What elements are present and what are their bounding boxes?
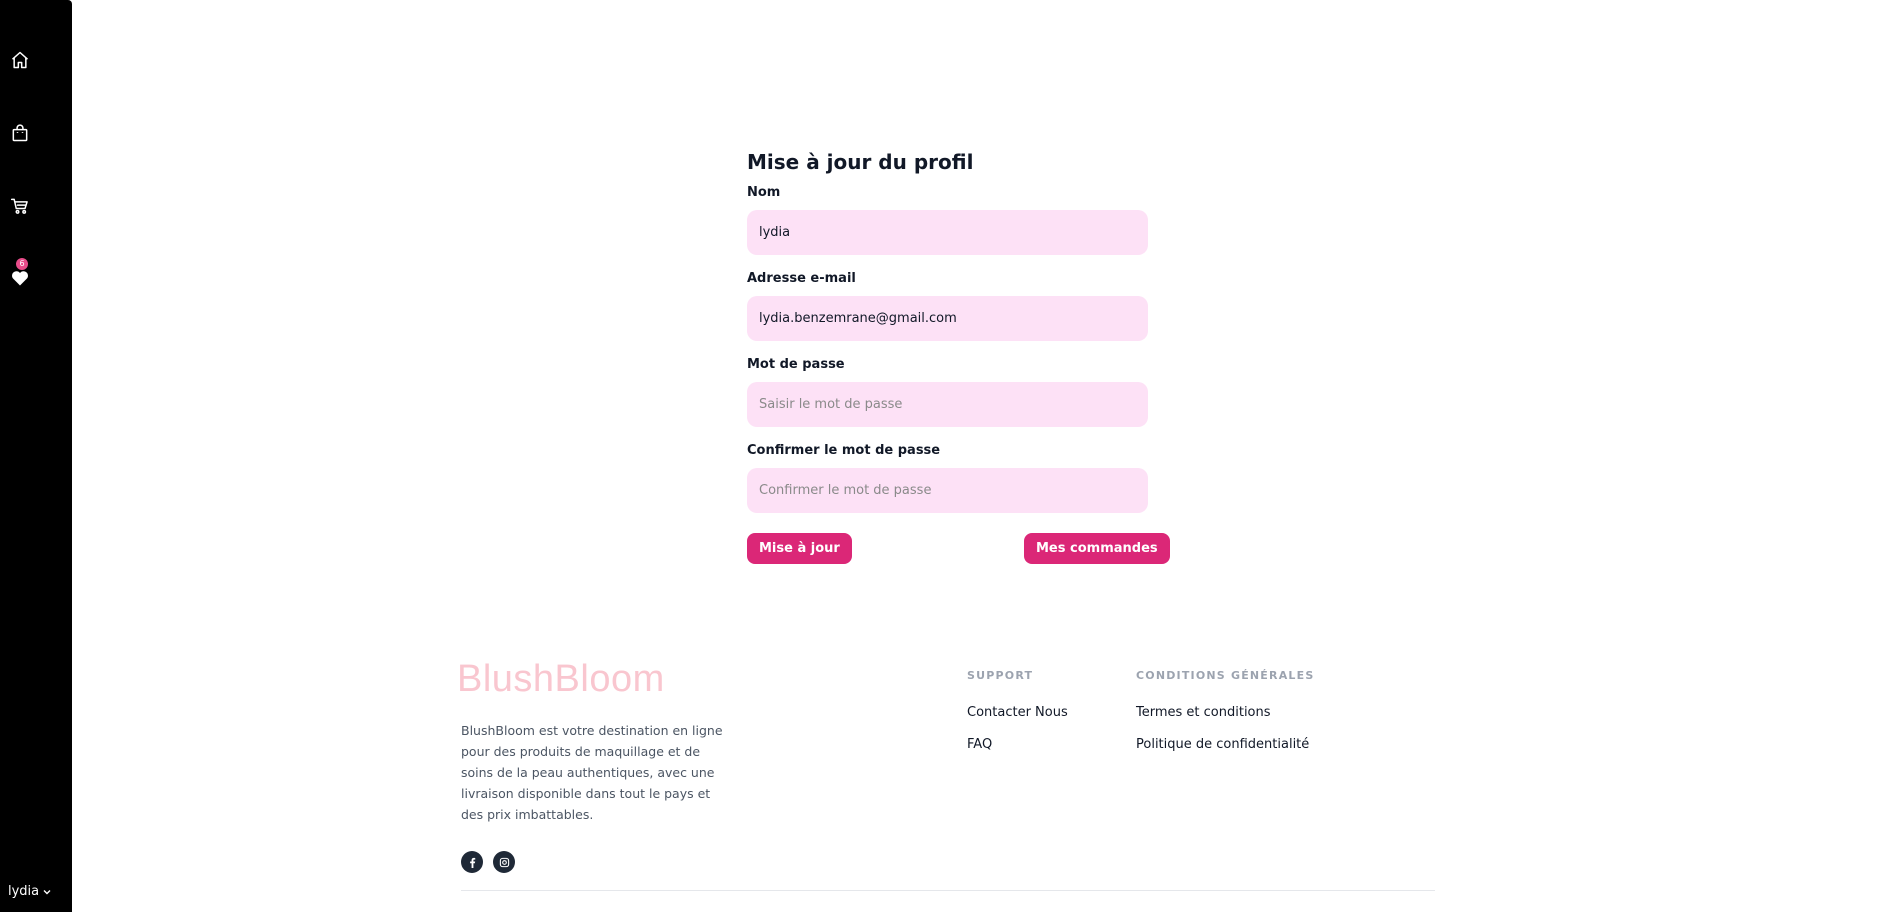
profile-form: Mise à jour du profil Nom Adresse e-mail… [747,148,1148,513]
wishlist-count-badge: 6 [16,258,28,270]
instagram-icon[interactable] [493,851,515,873]
facebook-icon[interactable] [461,851,483,873]
password-label: Mot de passe [747,357,845,372]
page-title: Mise à jour du profil [747,150,974,174]
confirm-password-label: Confirmer le mot de passe [747,443,941,458]
email-label: Adresse e-mail [747,271,856,286]
password-field[interactable] [747,382,1148,427]
privacy-link[interactable]: Politique de confidentialité [1136,737,1309,752]
my-orders-button[interactable]: Mes commandes [1024,533,1170,564]
terms-link[interactable]: Termes et conditions [1136,705,1271,720]
email-field[interactable] [747,296,1148,341]
confirm-password-field[interactable] [747,468,1148,513]
bag-icon[interactable] [8,121,32,145]
support-heading: SUPPORT [967,669,1034,682]
contact-link[interactable]: Contacter Nous [967,705,1068,720]
name-field[interactable] [747,210,1148,255]
footer-divider [461,890,1435,891]
user-name: lydia [8,884,40,899]
sidebar: 6 lydia [0,0,72,912]
conditions-heading: CONDITIONS GÉNÉRALES [1136,669,1315,682]
cart-icon[interactable] [8,194,32,218]
footer-brand-logo: BlushBloom [457,658,665,700]
footer-description: BlushBloom est votre destination en lign… [461,723,723,822]
update-button[interactable]: Mise à jour [747,533,852,564]
name-label: Nom [747,185,781,200]
chevron-down-icon [43,889,51,894]
user-menu[interactable]: lydia [8,884,52,899]
home-icon[interactable] [8,48,32,72]
faq-link[interactable]: FAQ [967,737,992,752]
